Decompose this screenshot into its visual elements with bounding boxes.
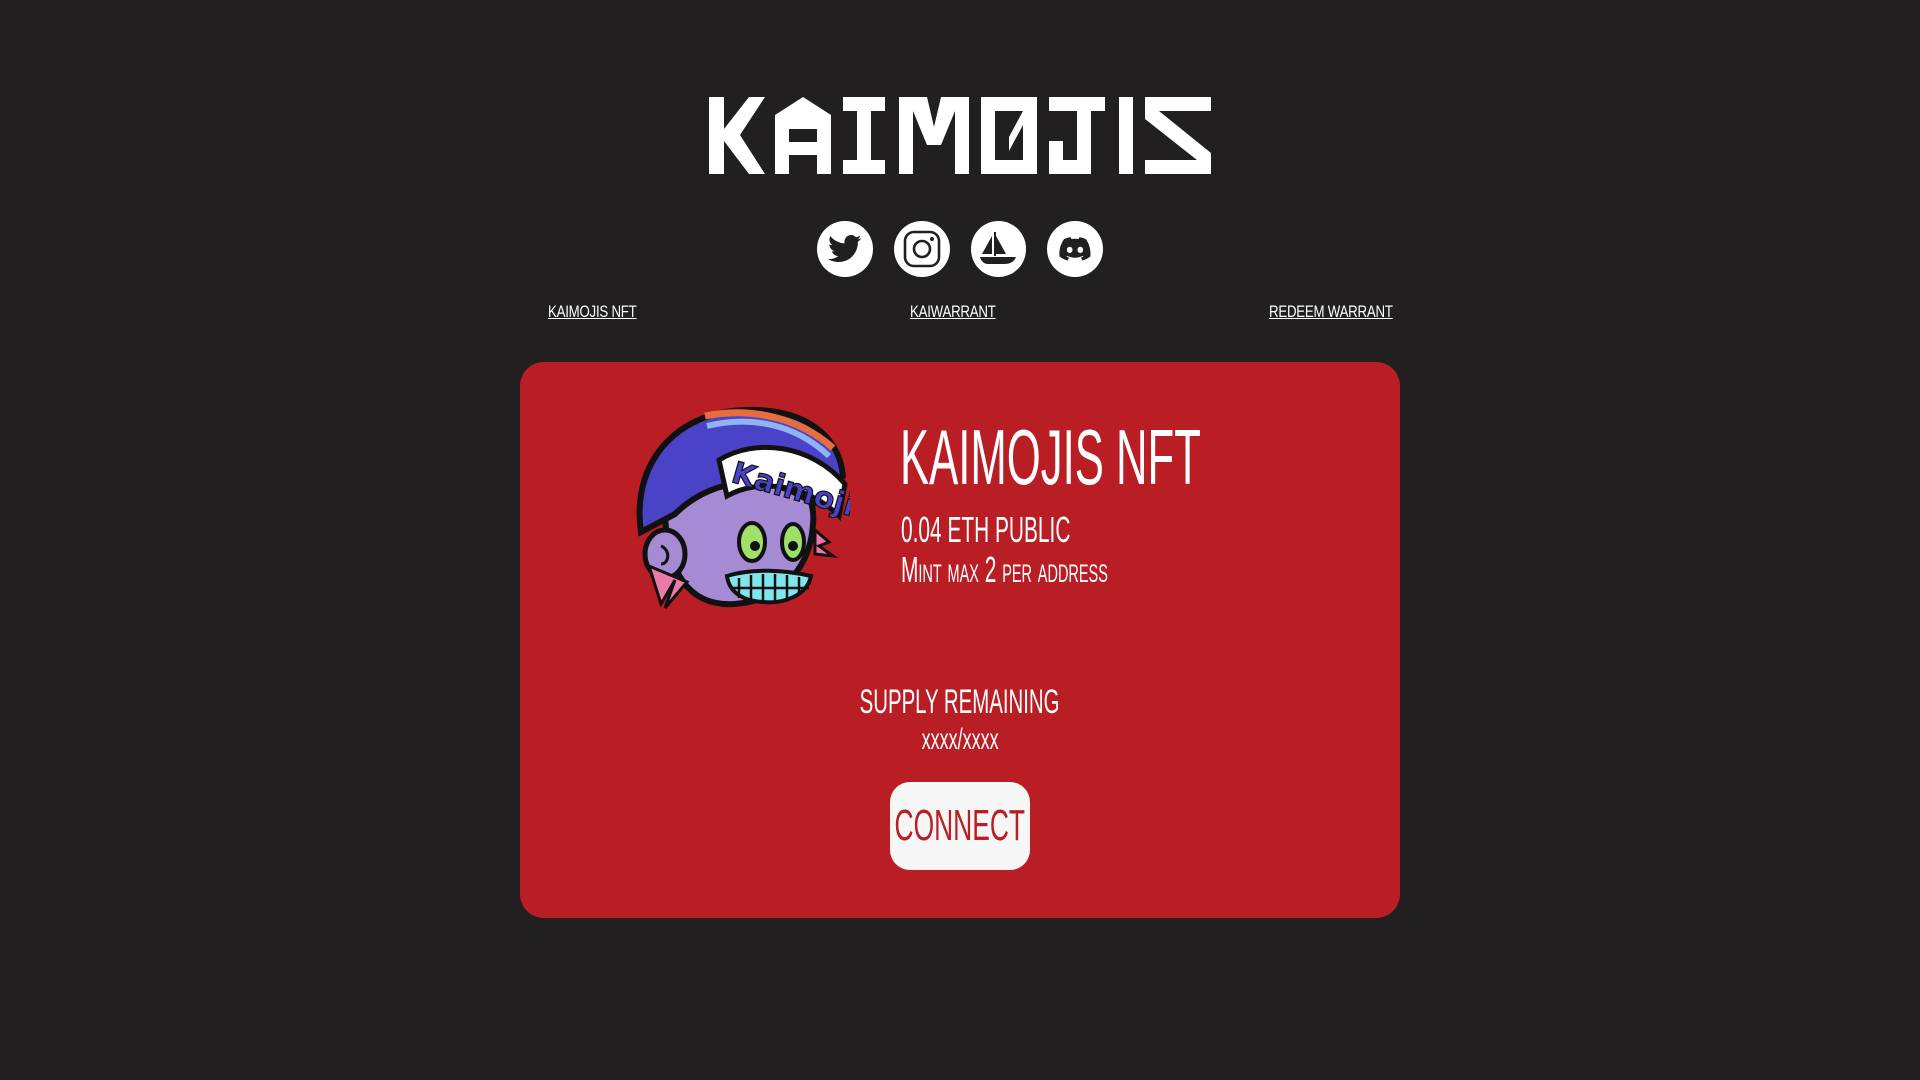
discord-link[interactable]	[1047, 221, 1103, 277]
nav-link-redeem-warrant[interactable]: REDEEM WARRANT	[1269, 302, 1393, 322]
kaimoji-avatar-image: Kaimojis	[636, 406, 850, 609]
nav-link-kaiwarrant[interactable]: KAIWARRANT	[910, 302, 996, 322]
opensea-icon	[980, 232, 1017, 264]
price-line: 0.04 ETH PUBLIC	[901, 509, 1071, 550]
instagram-link[interactable]	[893, 221, 950, 277]
page: KAIMOJIS NFT KAIWARRANT REDEEM WARRANT K…	[0, 0, 1920, 1080]
supply-value-text: xxxx/xxxx	[921, 723, 999, 756]
twitter-icon	[827, 234, 862, 263]
discord-icon	[1059, 237, 1091, 261]
mint-card: Kaimojis KAIMOJIS NFT 0.04 ETH PUBLIC Mi…	[520, 362, 1400, 918]
nav-link-kaimojis-nft[interactable]: KAIMOJIS NFT	[548, 302, 637, 322]
instagram-icon	[903, 230, 940, 268]
connect-button-label: CONNECT	[894, 801, 1026, 850]
supply-label: SUPPLY REMAINING	[520, 682, 1400, 722]
opensea-link[interactable]	[970, 221, 1027, 277]
twitter-link[interactable]	[817, 221, 873, 277]
connect-button[interactable]: CONNECT	[890, 782, 1030, 870]
supply-value: xxxx/xxxx	[520, 722, 1400, 758]
social-links	[817, 221, 1103, 277]
mint-max-line: Mint max 2 per address	[901, 549, 1108, 590]
supply-label-text: SUPPLY REMAINING	[860, 683, 1060, 721]
kaimojis-logo[interactable]	[709, 97, 1211, 174]
card-title: KAIMOJIS NFT	[900, 413, 1201, 501]
